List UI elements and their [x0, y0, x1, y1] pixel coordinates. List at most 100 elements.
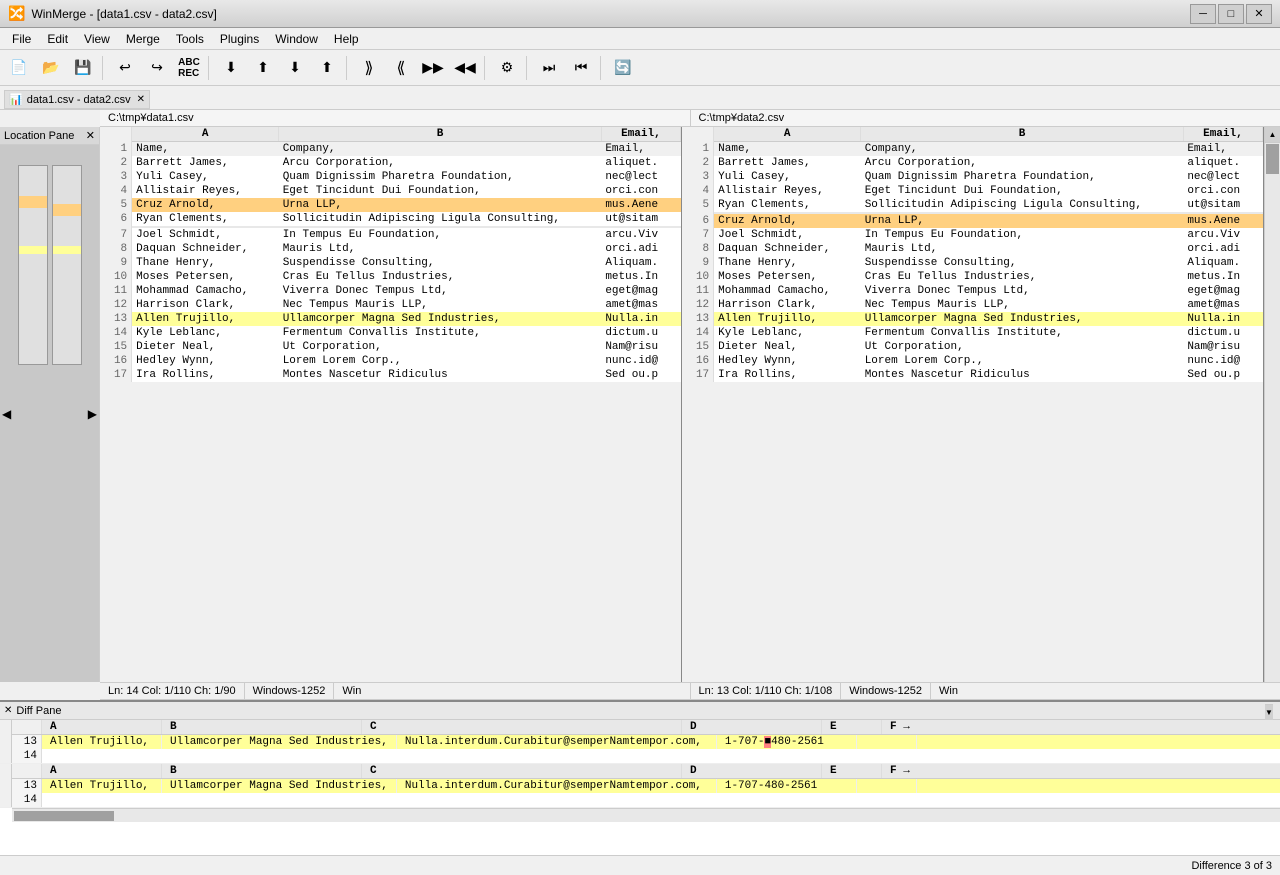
menu-plugins[interactable]: Plugins — [212, 30, 267, 48]
script-button[interactable]: ABCREC — [174, 54, 204, 82]
left-minimap — [18, 165, 48, 365]
redo-button[interactable]: ↪ — [142, 54, 172, 82]
left-diff-marker1 — [19, 196, 47, 208]
new-button[interactable]: 📄 — [4, 54, 34, 82]
left-col-a: Ira Rollins, — [132, 368, 279, 382]
bottom-cell-13b-bot: Ullamcorper Magna Sed Industries, — [162, 779, 397, 793]
undo-button[interactable]: ↩ — [110, 54, 140, 82]
right-col-c: eget@mag — [1183, 284, 1262, 298]
titlebar-controls: ─ □ ✕ — [1190, 4, 1272, 24]
close-button[interactable]: ✕ — [1246, 4, 1272, 24]
menu-help[interactable]: Help — [326, 30, 367, 48]
menu-file[interactable]: File — [4, 30, 39, 48]
options-button[interactable]: ⚙ — [492, 54, 522, 82]
hscroll-thumb[interactable] — [14, 811, 114, 821]
right-col-c: nec@lect — [1183, 170, 1262, 184]
save-button[interactable]: 💾 — [68, 54, 98, 82]
right-scrollbar[interactable]: ▲ ▼ — [1264, 127, 1280, 682]
menu-view[interactable]: View — [76, 30, 118, 48]
left-col-a: Name, — [132, 142, 279, 157]
left-col-b: Lorem Lorem Corp., — [279, 354, 602, 368]
maximize-button[interactable]: □ — [1218, 4, 1244, 24]
right-linenum: 2 — [682, 156, 714, 170]
menu-window[interactable]: Window — [267, 30, 326, 48]
tab-close-icon[interactable]: ✕ — [137, 94, 145, 105]
copy-down-button[interactable]: ⬇ — [216, 54, 246, 82]
titlebar-title: WinMerge - [data1.csv - data2.csv] — [31, 7, 216, 21]
right-col-b: Company, — [861, 142, 1184, 157]
diff-count: Difference 3 of 3 — [1191, 860, 1272, 872]
bottom-bottom-row: A B C D E F → 13 Allen Trujillo, Ullamco… — [0, 764, 1280, 808]
bottom-top-col-headers: A B C D E F → — [12, 720, 1280, 735]
tab-icon: 📊 — [9, 93, 23, 106]
right-col-a: Joel Schmidt, — [714, 228, 861, 242]
bottom-col-a-top: A — [42, 720, 162, 734]
bottom-cell-13c-bot: Nulla.interdum.Curabitur@semperNamtempor… — [397, 779, 717, 793]
right-col-a: Allistair Reyes, — [714, 184, 861, 198]
left-col-c: mus.Aene — [601, 198, 680, 212]
left-col-b: Nec Tempus Mauris LLP, — [279, 298, 602, 312]
left-linenum: 5 — [100, 198, 132, 212]
refresh-button[interactable]: 🔄 — [608, 54, 638, 82]
bottom-cell-13d-bot: 1-707-480-2561 — [717, 779, 857, 793]
bottom-col-e-bot: E — [822, 764, 882, 778]
left-col-a: Dieter Neal, — [132, 340, 279, 354]
right-col-a: Yuli Casey, — [714, 170, 861, 184]
left-col-a: Kyle Leblanc, — [132, 326, 279, 340]
left-col-b: Suspendisse Consulting, — [279, 256, 602, 270]
right-col-a: Barrett James, — [714, 156, 861, 170]
bottom-cell-13b-top: Ullamcorper Magna Sed Industries, — [162, 735, 397, 749]
right-col-a: Mohammad Camacho, — [714, 284, 861, 298]
minimize-button[interactable]: ─ — [1190, 4, 1216, 24]
right-col-a: Ira Rollins, — [714, 368, 861, 382]
left-col-a: Thane Henry, — [132, 256, 279, 270]
bottom-col-d-bot: D — [682, 764, 822, 778]
bottom-linenum-13-top: 13 — [12, 735, 42, 749]
location-pane-close-icon[interactable]: ✕ — [86, 129, 95, 142]
next-diff-button[interactable]: ⬇ — [280, 54, 310, 82]
bottom-content[interactable]: A B C D E F → 13 Allen Trujillo, Ullamco… — [0, 720, 1280, 855]
open-button[interactable]: 📂 — [36, 54, 66, 82]
left-linenum: 11 — [100, 284, 132, 298]
right-col-b: Viverra Donec Tempus Ltd, — [861, 284, 1184, 298]
app-icon: 🔀 — [8, 5, 25, 22]
bottom-col-b-bot: B — [162, 764, 362, 778]
right-file-pane[interactable]: ABEmail, 1 Name, Company, Email, 2 Barre… — [682, 127, 1264, 682]
right-col-b: Ut Corporation, — [861, 340, 1184, 354]
prev-diff-button[interactable]: ⬆ — [312, 54, 342, 82]
bottom-col-c-top: C — [362, 720, 682, 734]
menu-merge[interactable]: Merge — [118, 30, 168, 48]
copy-right2-button[interactable]: ▶▶ — [418, 54, 448, 82]
copy-up-button[interactable]: ⬆ — [248, 54, 278, 82]
bottom-close-icon[interactable]: ✕ — [4, 705, 12, 716]
bottom-cell-13f-bot — [917, 779, 977, 793]
right-col-a: Cruz Arnold, — [714, 214, 861, 228]
left-col-b: Viverra Donec Tempus Ltd, — [279, 284, 602, 298]
bottom-hscrollbar[interactable] — [12, 808, 1280, 822]
right-linenum: 11 — [682, 284, 714, 298]
copy-left2-button[interactable]: ◀◀ — [450, 54, 480, 82]
bottom-data-row-14-bot: 14 — [12, 793, 1280, 807]
bottom-col-c-bot: C — [362, 764, 682, 778]
menu-tools[interactable]: Tools — [168, 30, 212, 48]
diff-pane-label: Diff Pane — [16, 705, 61, 717]
menu-edit[interactable]: Edit — [39, 30, 76, 48]
right-linenum: 13 — [682, 312, 714, 326]
bottom-diff-pane: ✕ Diff Pane A B C D E F → 13 Allen Truj — [0, 700, 1280, 855]
first-diff-button[interactable]: ⏭ — [534, 54, 564, 82]
scroll-thumb[interactable] — [1266, 144, 1279, 174]
left-file-pane[interactable]: ABEmail, 1 Name, Company, Email, 2 Barre… — [100, 127, 682, 682]
location-nav-left[interactable]: ◀ — [2, 407, 11, 421]
location-nav-right[interactable]: ▶ — [88, 407, 97, 421]
last-diff-button[interactable]: ⏮ — [566, 54, 596, 82]
copy-left-button[interactable]: ⟪ — [386, 54, 416, 82]
right-diff-marker2 — [53, 246, 81, 254]
scroll-up-arrow[interactable]: ▲ — [1265, 127, 1280, 143]
left-linenum: 16 — [100, 354, 132, 368]
tab-label[interactable]: data1.csv - data2.csv — [27, 94, 131, 106]
copy-right-button[interactable]: ⟫ — [354, 54, 384, 82]
left-linenum: 13 — [100, 312, 132, 326]
left-col-a: Cruz Arnold, — [132, 198, 279, 212]
left-col-a: Harrison Clark, — [132, 298, 279, 312]
left-col-b: Sollicitudin Adipiscing Ligula Consultin… — [279, 212, 602, 226]
